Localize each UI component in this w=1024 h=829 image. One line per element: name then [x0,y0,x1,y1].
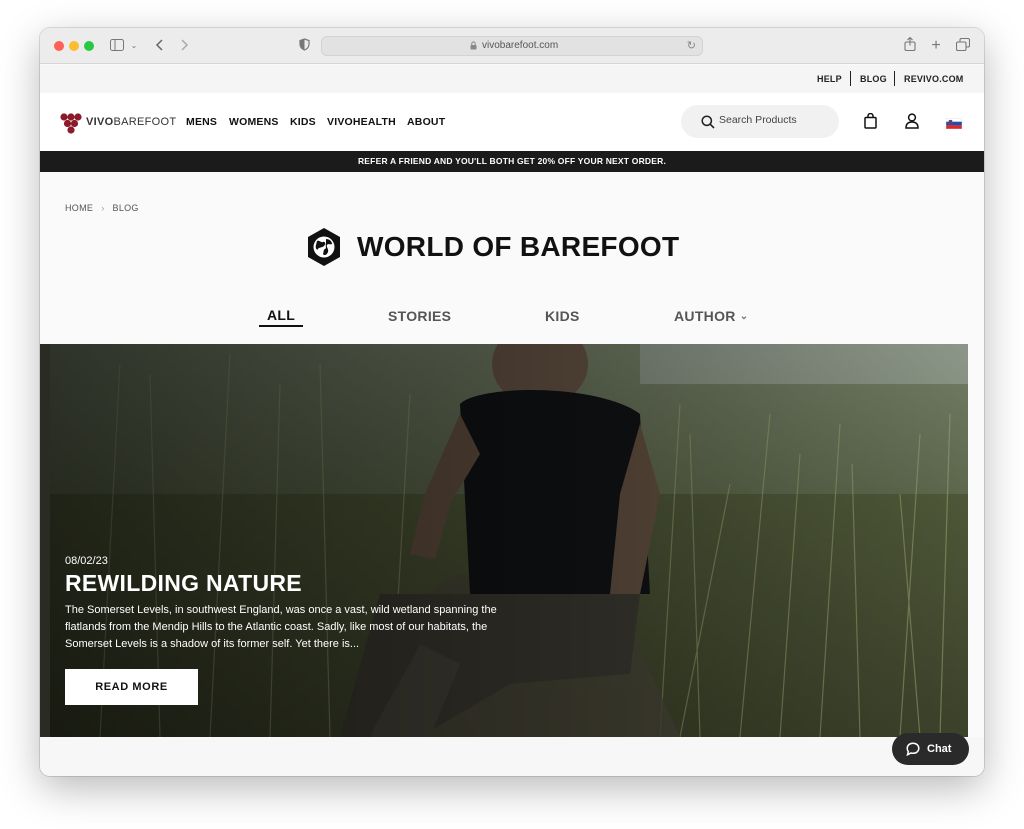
featured-article-hero[interactable]: 08/02/23 REWILDING NATURE The Somerset L… [40,344,968,737]
active-tab-indicator [259,325,303,327]
privacy-shield-icon[interactable] [298,37,310,55]
page-background [40,737,984,776]
nav-kids[interactable]: KIDS [290,116,316,128]
account-icon[interactable] [905,113,919,134]
tab-author-label: AUTHOR [674,308,736,324]
tab-kids[interactable]: KIDS [545,308,580,324]
address-bar[interactable]: vivobarefoot.com ↻ [321,36,703,56]
nav-womens[interactable]: WOMENS [229,116,279,128]
nav-mens[interactable]: MENS [186,116,217,128]
search-icon [701,115,715,129]
search-box[interactable] [681,105,839,138]
chat-label: Chat [927,743,952,755]
site-header: VIVOBAREFOOT MENS WOMENS KIDS VIVOHEALTH… [40,93,984,151]
chat-button[interactable]: Chat [892,733,969,765]
chevron-right-icon: › [101,203,105,213]
divider [850,71,851,86]
tab-all[interactable]: ALL [267,307,295,323]
browser-toolbar: ⌄ vivobarefoot.com ↻ + [40,28,984,64]
divider [894,71,895,86]
revivo-link[interactable]: REVIVO.COM [904,74,964,84]
globe-hexagon-icon [308,228,340,266]
chat-bubble-icon [906,742,920,756]
search-input[interactable] [719,114,829,126]
read-more-button[interactable]: READ MORE [65,669,198,705]
article-title[interactable]: REWILDING NATURE [65,570,302,597]
blog-link[interactable]: BLOG [860,74,887,84]
blog-title-text: WORLD OF BAREFOOT [357,231,680,262]
browser-window: ⌄ vivobarefoot.com ↻ + HELP BLOG REVIVO.… [40,28,984,776]
logo-wordmark: VIVOBAREFOOT [86,116,177,128]
blog-title: WORLD OF BAREFOOT [305,226,679,270]
site-logo[interactable]: VIVOBAREFOOT [60,112,176,134]
logo-mark-icon [60,113,82,134]
new-tab-icon[interactable]: + [929,37,943,55]
utility-bar: HELP BLOG REVIVO.COM [40,65,984,93]
minimize-window-button[interactable] [69,41,79,51]
help-link[interactable]: HELP [817,74,842,84]
sidebar-icon[interactable] [110,37,124,55]
tab-stories[interactable]: STORIES [388,308,451,324]
chevron-down-icon[interactable]: ⌄ [129,37,139,55]
tab-author[interactable]: AUTHOR ⌄ [674,308,748,324]
nav-about[interactable]: ABOUT [407,116,445,128]
nav-vivohealth[interactable]: VIVOHEALTH [327,116,396,128]
share-icon[interactable] [903,36,917,55]
url-text: vivobarefoot.com [482,40,559,51]
shopping-bag-icon[interactable] [864,112,877,134]
breadcrumb-home[interactable]: HOME [65,203,93,213]
back-icon[interactable] [153,37,165,55]
promo-banner[interactable]: REFER A FRIEND AND YOU'LL BOTH GET 20% O… [40,151,984,172]
chevron-down-icon: ⌄ [739,311,749,322]
lock-icon [470,41,477,50]
slovenia-flag-icon[interactable] [945,116,963,134]
tab-overview-icon[interactable] [955,37,971,55]
article-excerpt: The Somerset Levels, in southwest Englan… [65,604,497,650]
reload-icon[interactable]: ↻ [687,39,696,52]
breadcrumb: HOME › BLOG [65,203,139,213]
promo-text: REFER A FRIEND AND YOU'LL BOTH GET 20% O… [357,156,667,166]
article-date: 08/02/23 [65,555,108,567]
breadcrumb-blog[interactable]: BLOG [113,203,139,213]
forward-icon[interactable] [179,37,191,55]
close-window-button[interactable] [54,41,64,51]
zoom-window-button[interactable] [84,41,94,51]
